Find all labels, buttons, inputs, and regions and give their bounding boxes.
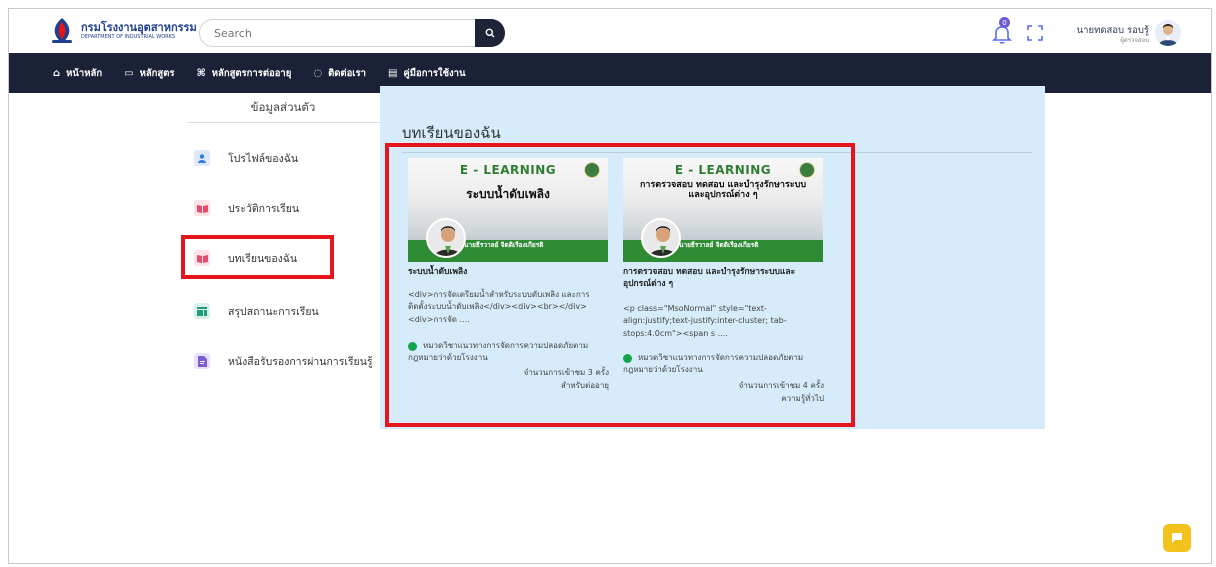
- sidebar-item-profile[interactable]: โปรไฟล์ของฉัน: [188, 141, 378, 175]
- nav-renewal-courses[interactable]: ⌘ หลักสูตรการต่ออายุ: [196, 66, 291, 81]
- nav-manual-label: คู่มือการใช้งาน: [403, 67, 466, 79]
- search-input[interactable]: [214, 27, 464, 40]
- user-icon: [194, 150, 210, 166]
- search-bar: [199, 19, 505, 47]
- highlight-lessons-grid: [385, 143, 855, 427]
- document-icon: [194, 353, 210, 369]
- nav-contact-label: ติดต่อเรา: [328, 67, 366, 79]
- home-icon: ⌂: [53, 67, 61, 79]
- nav-manual[interactable]: ▤ คู่มือการใช้งาน: [388, 66, 466, 81]
- chat-bubble-icon: [1172, 533, 1182, 543]
- dept-logo[interactable]: กรมโรงงานอุตสาหกรรม DEPARTMENT OF INDUST…: [49, 15, 199, 47]
- sidebar-item-label: โปรไฟล์ของฉัน: [228, 152, 299, 165]
- highlight-my-lessons: [181, 235, 334, 279]
- fullscreen-icon[interactable]: [1027, 25, 1043, 41]
- command-icon: ⌘: [196, 67, 206, 79]
- chat-icon: ◌: [313, 67, 323, 79]
- sidebar-item-label: ประวัติการเรียน: [228, 202, 300, 215]
- search-button[interactable]: [475, 19, 505, 47]
- chart-icon: [194, 303, 210, 319]
- book-icon: ▤: [387, 67, 398, 79]
- nav-courses-label: หลักสูตร: [139, 67, 175, 79]
- nav-courses[interactable]: ▭ หลักสูตร: [124, 66, 174, 81]
- sidebar-item-history[interactable]: ประวัติการเรียน: [188, 191, 378, 225]
- search-icon: [485, 28, 495, 38]
- nav-renewal-label: หลักสูตรการต่ออายุ: [211, 67, 292, 79]
- sidebar-item-certificate[interactable]: หนังสือรับรองการผ่านการเรียนรู้: [188, 344, 378, 378]
- user-role: ผู้ตรวจสอบ: [1120, 37, 1149, 44]
- nav-contact[interactable]: ◌ ติดต่อเรา: [313, 66, 366, 81]
- top-header: กรมโรงงานอุตสาหกรรม DEPARTMENT OF INDUST…: [9, 9, 1211, 53]
- sidebar-divider: [188, 122, 380, 123]
- monitor-icon: ▭: [124, 67, 134, 79]
- user-avatar[interactable]: [1155, 20, 1181, 46]
- sidebar-item-learning-summary[interactable]: สรุปสถานะการเรียน: [188, 294, 378, 328]
- nav-home-label: หน้าหลัก: [66, 67, 103, 79]
- chat-widget-button[interactable]: [1163, 524, 1191, 552]
- logo-subtitle: DEPARTMENT OF INDUSTRIAL WORKS: [81, 34, 176, 40]
- sidebar-item-label: สรุปสถานะการเรียน: [228, 305, 319, 318]
- sidebar-item-label: หนังสือรับรองการผ่านการเรียนรู้: [228, 355, 373, 368]
- nav-home[interactable]: ⌂ หน้าหลัก: [53, 66, 102, 81]
- page-title: บทเรียนของฉัน: [402, 124, 501, 142]
- notification-count-badge: 0: [999, 17, 1010, 28]
- logo-title: กรมโรงงานอุตสาหกรรม: [81, 21, 197, 34]
- book-open-icon: [194, 200, 210, 216]
- logo-emblem-icon: [49, 16, 75, 46]
- sidebar-title: ข้อมูลส่วนตัว: [250, 100, 316, 114]
